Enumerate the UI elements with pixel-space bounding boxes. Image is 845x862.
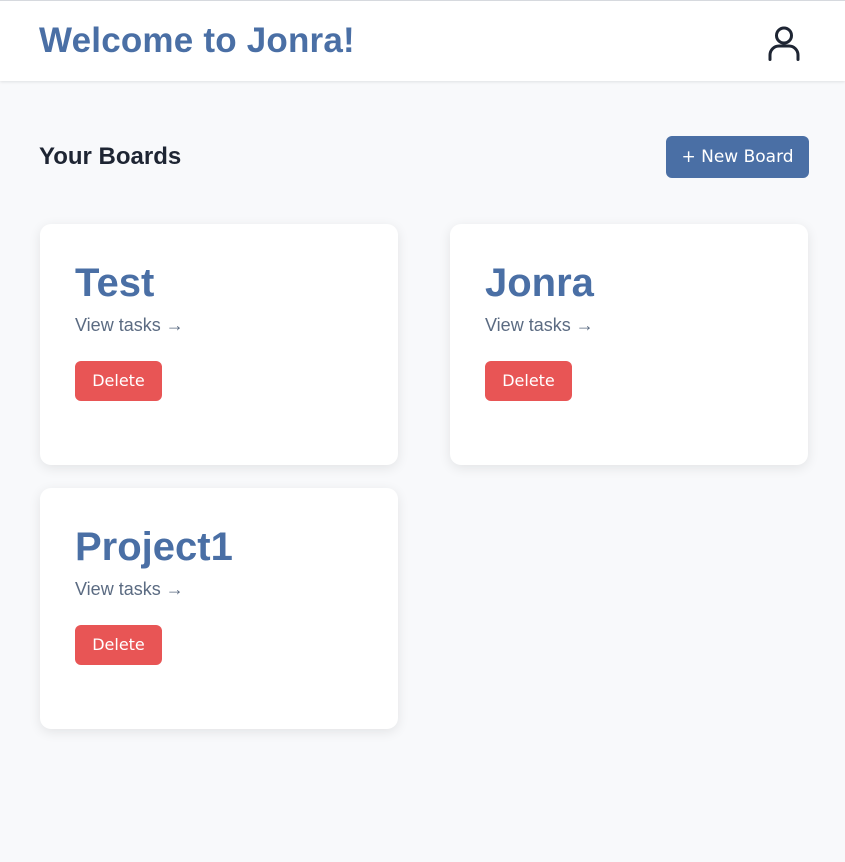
user-profile-button[interactable]: [762, 23, 806, 63]
board-title: Project1: [75, 525, 233, 569]
board-card: Test View tasks → Delete: [40, 224, 398, 465]
view-tasks-link[interactable]: View tasks →: [485, 314, 594, 336]
board-title: Jonra: [485, 261, 594, 305]
board-card: Jonra View tasks → Delete: [450, 224, 808, 465]
new-board-button[interactable]: + New Board: [666, 136, 809, 178]
board-title: Test: [75, 261, 155, 305]
board-card: Project1 View tasks → Delete: [40, 488, 398, 729]
page-title: Welcome to Jonra!: [39, 21, 355, 60]
delete-board-button[interactable]: Delete: [75, 361, 162, 401]
top-header: Welcome to Jonra!: [0, 0, 845, 81]
section-title: Your Boards: [39, 143, 182, 170]
user-icon: [768, 26, 800, 61]
delete-board-button[interactable]: Delete: [485, 361, 572, 401]
view-tasks-link[interactable]: View tasks →: [75, 578, 184, 600]
view-tasks-link[interactable]: View tasks →: [75, 314, 184, 336]
delete-board-button[interactable]: Delete: [75, 625, 162, 665]
